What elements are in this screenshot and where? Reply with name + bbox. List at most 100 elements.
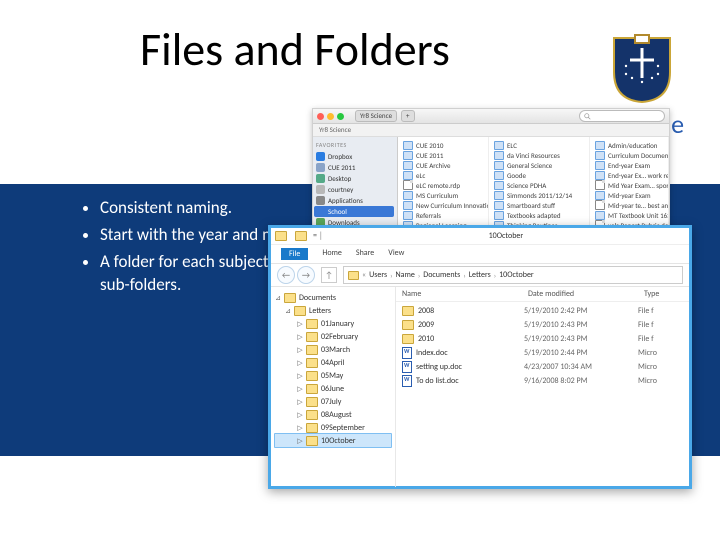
search-icon — [584, 113, 591, 120]
list-item[interactable]: Mid-year Exam — [595, 190, 663, 200]
col-date[interactable]: Date modified — [528, 289, 638, 299]
folder-icon — [306, 358, 318, 368]
document-icon — [595, 200, 605, 210]
tree-item[interactable]: ▷07July — [275, 395, 391, 408]
close-icon[interactable] — [317, 113, 324, 120]
list-item[interactable]: To do list.doc9/16/2008 8:02 PMMicro — [398, 374, 687, 388]
document-icon — [403, 180, 413, 190]
list-item[interactable]: General Science — [494, 160, 584, 170]
list-item[interactable]: New Curriculum Innovations — [403, 200, 483, 210]
tree-item[interactable]: ⊿Documents — [275, 291, 391, 304]
list-item[interactable]: Goode — [494, 170, 584, 180]
tree-item[interactable]: ▷10October — [274, 433, 392, 448]
list-item[interactable]: Curriculum Documentation — [595, 150, 663, 160]
sidebar-icon — [316, 163, 325, 172]
folder-icon — [275, 231, 287, 241]
folder-icon — [403, 161, 413, 170]
ribbon-tab-share[interactable]: Share — [356, 248, 374, 260]
list-item[interactable]: MT Textbook Unit 163 — [595, 210, 663, 220]
list-item[interactable]: Mid-year te… best answer doc — [595, 200, 663, 210]
bullet-item: Consistent naming. — [100, 197, 330, 220]
sidebar-item[interactable]: Desktop — [316, 173, 394, 184]
sidebar-item[interactable]: courtney — [316, 184, 394, 195]
list-item[interactable]: CUE Archive — [403, 160, 483, 170]
explorer-window: = │ 10October File Home Share View ← → ↑… — [268, 225, 692, 489]
folder-icon — [306, 423, 318, 433]
folder-icon — [306, 371, 318, 381]
finder-tab[interactable]: Yr8 Science — [355, 110, 397, 122]
address-bar: ← → ↑ « Users› Name› Documents› Letters›… — [271, 264, 689, 287]
sidebar-icon — [316, 152, 325, 161]
decorative-e: e — [671, 108, 684, 140]
folder-icon — [494, 151, 504, 160]
folder-icon — [306, 397, 318, 407]
ribbon-tab-file[interactable]: File — [281, 248, 308, 260]
folder-icon — [403, 171, 413, 180]
finder-tab-add[interactable]: + — [401, 110, 415, 122]
breadcrumb[interactable]: « Users› Name› Documents› Letters› 10Oct… — [343, 266, 683, 284]
list-item[interactable]: 20085/19/2010 2:42 PMFile f — [398, 304, 687, 318]
list-item[interactable]: setting up.doc4/23/2007 10:34 AMMicro — [398, 360, 687, 374]
explorer-titlebar: = │ 10October — [271, 228, 689, 245]
list-item[interactable]: da Vinci Resources — [494, 150, 584, 160]
folder-icon — [306, 319, 318, 329]
tree-item[interactable]: ▷01January — [275, 317, 391, 330]
list-item[interactable]: Science PDHA — [494, 180, 584, 190]
list-item[interactable]: Admin/education — [595, 140, 663, 150]
list-item[interactable]: 20095/19/2010 2:43 PMFile f — [398, 318, 687, 332]
list-item[interactable]: Smartboard stuff — [494, 200, 584, 210]
list-item[interactable]: CUE 2011 — [403, 150, 483, 160]
folder-icon — [494, 171, 504, 180]
tree-item[interactable]: ▷03March — [275, 343, 391, 356]
list-item[interactable]: End-year Exam — [595, 160, 663, 170]
sidebar-item[interactable]: School — [314, 206, 394, 217]
search-input[interactable] — [579, 110, 665, 122]
folder-icon — [306, 384, 318, 394]
list-item[interactable]: Textbooks adapted — [494, 210, 584, 220]
sidebar-header: FAVORITES — [316, 141, 394, 149]
list-item[interactable]: eLc — [403, 170, 483, 180]
up-button[interactable]: ↑ — [321, 267, 337, 283]
tree-item[interactable]: ▷05May — [275, 369, 391, 382]
sidebar-icon — [316, 196, 325, 205]
folder-icon — [306, 436, 318, 446]
list-item[interactable]: End-year Ex… work revision — [595, 170, 663, 180]
tree-item[interactable]: ▷08August — [275, 408, 391, 421]
minimize-icon[interactable] — [327, 113, 334, 120]
ribbon-tabs: File Home Share View — [271, 245, 689, 264]
folder-icon — [494, 161, 504, 170]
ribbon-tab-home[interactable]: Home — [322, 248, 342, 260]
list-item[interactable]: Simmonds 2011/12/14 — [494, 190, 584, 200]
list-item[interactable]: Mid Year Exam… sport docx — [595, 180, 663, 190]
sidebar-icon — [316, 207, 325, 216]
ribbon-tab-view[interactable]: View — [388, 248, 404, 260]
zoom-icon[interactable] — [337, 113, 344, 120]
list-item[interactable]: Referrals — [403, 210, 483, 220]
sidebar-item[interactable]: CUE 2011 — [316, 162, 394, 173]
folder-icon — [348, 271, 359, 280]
back-button[interactable]: ← — [277, 266, 295, 284]
tree-item[interactable]: ⊿Letters — [275, 304, 391, 317]
col-name[interactable]: Name — [402, 289, 522, 299]
folder-icon — [403, 201, 413, 210]
folder-icon — [402, 334, 414, 344]
sidebar-item[interactable]: Dropbox — [316, 151, 394, 162]
tree-item[interactable]: ▷04April — [275, 356, 391, 369]
tree-item[interactable]: ▷06June — [275, 382, 391, 395]
folder-icon — [294, 306, 306, 316]
list-item[interactable]: Index.doc5/19/2010 2:44 PMMicro — [398, 346, 687, 360]
list-item[interactable]: 20105/19/2010 2:43 PMFile f — [398, 332, 687, 346]
col-type[interactable]: Type — [644, 289, 683, 299]
tree-item[interactable]: ▷02February — [275, 330, 391, 343]
sidebar-item[interactable]: Applications — [316, 195, 394, 206]
folder-icon — [494, 141, 504, 150]
list-item[interactable]: MS Curriculum — [403, 190, 483, 200]
list-item[interactable]: eLC remote.rdp — [403, 180, 483, 190]
folder-icon — [494, 201, 504, 210]
list-item[interactable]: ELC — [494, 140, 584, 150]
nav-tree: ⊿Documents ⊿Letters ▷01January▷02Februar… — [271, 287, 396, 487]
folder-icon — [306, 345, 318, 355]
forward-button[interactable]: → — [297, 266, 315, 284]
list-item[interactable]: CUE 2010 — [403, 140, 483, 150]
finder-tabs: Yr8 Science + — [355, 110, 415, 122]
